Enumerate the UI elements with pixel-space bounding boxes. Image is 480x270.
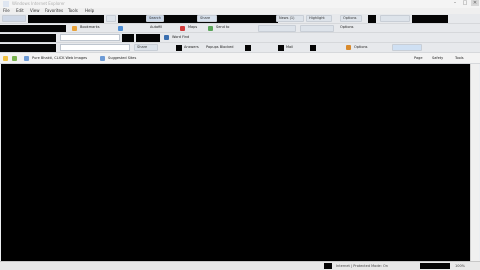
add-favorite-icon[interactable] <box>12 56 17 61</box>
bookmarks-label[interactable]: Bookmarks <box>80 24 100 31</box>
status-zone-text: Internet | Protected Mode: On <box>336 264 388 268</box>
redacted-block-7 <box>136 34 160 42</box>
page-icon-2 <box>100 56 105 61</box>
word-find-icon[interactable] <box>164 35 169 40</box>
back-forward-button[interactable] <box>2 15 26 22</box>
redacted-block-5 <box>0 34 56 42</box>
favorites-item-2[interactable]: Suggested Sites <box>108 55 136 62</box>
redacted-block-13 <box>324 263 332 269</box>
map-pin-icon[interactable] <box>180 26 185 31</box>
popups-blocked-label[interactable]: Popups Blocked <box>206 44 233 51</box>
toolbar-row-1: Search Share News (1) Highlight Options <box>0 14 480 24</box>
protection-button[interactable] <box>392 44 422 51</box>
send-icon[interactable] <box>208 26 213 31</box>
search-button[interactable]: Search <box>146 15 164 22</box>
title-bar: Windows Internet Explorer – □ ✕ <box>0 0 480 8</box>
refresh-button[interactable] <box>106 15 116 22</box>
redacted-block-6 <box>122 34 134 42</box>
tool-button-b[interactable] <box>300 25 334 32</box>
redacted-block-8 <box>0 44 56 52</box>
page-icon <box>24 56 29 61</box>
share-button[interactable]: Share <box>197 15 217 22</box>
feed-icon[interactable] <box>346 45 351 50</box>
extension-button-1[interactable] <box>380 15 410 22</box>
redacted-block-9 <box>176 45 182 51</box>
zoom-level[interactable]: 100% <box>455 262 465 270</box>
news-button[interactable]: News (1) <box>276 15 304 22</box>
redacted-block-12 <box>310 45 316 51</box>
answers-label[interactable]: Answers <box>184 44 199 51</box>
window-title: Windows Internet Explorer <box>12 1 65 6</box>
redacted-block-2 <box>368 15 376 23</box>
favorites-star-icon[interactable] <box>3 56 8 61</box>
send-to-label[interactable]: Send to <box>216 24 229 31</box>
redacted-block-10 <box>245 45 251 51</box>
ie-logo-icon <box>3 1 9 7</box>
redacted-block-14 <box>420 263 450 269</box>
search-field[interactable] <box>60 34 120 41</box>
redacted-block-4 <box>0 25 66 32</box>
redacted-block-1 <box>230 15 270 23</box>
globe-icon[interactable] <box>118 26 123 31</box>
redacted-block-3 <box>412 15 448 23</box>
secondary-search-field[interactable] <box>60 44 130 51</box>
options-label[interactable]: Options <box>340 24 354 31</box>
page-menu[interactable]: Page <box>414 55 422 62</box>
favorites-bar: Pure Bhakti, CLICK Web Images Suggested … <box>0 53 480 64</box>
options-button[interactable]: Options <box>340 15 362 22</box>
browser-window: Windows Internet Explorer – □ ✕ File Edi… <box>0 0 480 270</box>
vertical-scrollbar[interactable] <box>470 64 479 261</box>
autofill-label[interactable]: Autofill <box>150 24 162 31</box>
redacted-block-11 <box>278 45 284 51</box>
address-bar-redacted[interactable] <box>28 15 104 23</box>
toolbar-row-2: Bookmarks Autofill Maps Send to Options <box>0 24 480 33</box>
mail-label[interactable]: Mail <box>286 44 293 51</box>
minimize-button[interactable]: – <box>451 0 459 6</box>
maximize-button[interactable]: □ <box>461 0 469 6</box>
share-button-2[interactable]: Share <box>134 44 158 51</box>
status-bar: Internet | Protected Mode: On 100% <box>0 261 480 270</box>
toolbar-row-3: Word Find <box>0 33 480 43</box>
star-icon[interactable] <box>72 26 77 31</box>
toolbar-row-4: Share Answers Popups Blocked Mail Option… <box>0 43 480 53</box>
page-content[interactable] <box>1 64 479 261</box>
close-button[interactable]: ✕ <box>471 0 479 6</box>
favorites-item-1[interactable]: Pure Bhakti, CLICK Web Images <box>32 55 87 62</box>
tool-button-a[interactable] <box>258 25 296 32</box>
options-label-2[interactable]: Options <box>354 44 368 51</box>
tools-menu[interactable]: Tools <box>455 55 464 62</box>
maps-label[interactable]: Maps <box>188 24 197 31</box>
safety-menu[interactable]: Safety <box>432 55 443 62</box>
highlight-button[interactable]: Highlight <box>306 15 332 22</box>
word-find-label[interactable]: Word Find <box>172 34 189 41</box>
